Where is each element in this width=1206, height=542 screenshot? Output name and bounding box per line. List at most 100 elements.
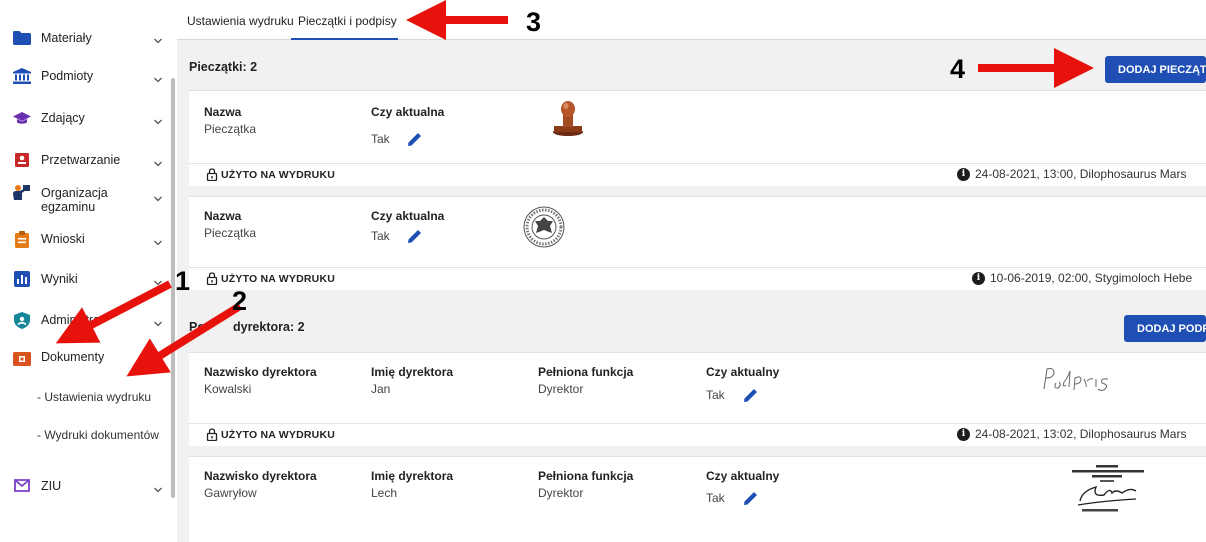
institution-icon <box>13 68 31 84</box>
edit-icon[interactable] <box>407 228 423 244</box>
annotation-number-1: 1 <box>175 266 191 296</box>
sidebar-item-przetwarzanie[interactable]: Przetwarzanie <box>0 150 172 170</box>
name-label: Nazwa <box>204 209 242 223</box>
chevron-down-icon <box>154 161 162 167</box>
stamp-card: Nazwa Pieczątka Czy aktualna Tak UŻYTO N… <box>189 90 1206 186</box>
info-icon[interactable]: i <box>972 272 985 285</box>
name-label: Nazwa <box>204 105 242 119</box>
chevron-down-icon <box>154 38 162 44</box>
mail-icon <box>13 478 31 494</box>
firstname-value: Lech <box>371 486 398 500</box>
sidebar-item-materialy[interactable]: Materiały <box>0 28 172 48</box>
sidebar-item-label: Materiały <box>41 31 92 45</box>
surname-value: Kowalski <box>204 382 252 396</box>
chevron-down-icon <box>154 119 162 125</box>
sidebar-item-label: Organizacja egzaminu <box>41 186 108 214</box>
sidebar-subitem-ustawienia-wydruku[interactable]: - Ustawienia wydruku <box>37 390 151 404</box>
clipboard-icon <box>13 230 31 248</box>
name-value: Pieczątka <box>204 226 257 240</box>
stamp-card: Nazwa Pieczątka Czy aktualna Tak UŻYTO N… <box>189 196 1206 290</box>
add-stamp-button[interactable]: DODAJ PIECZĄTKĘ <box>1105 56 1206 83</box>
sidebar-subitem-wydruki-dokumentow[interactable]: - Wydruki dokumentów <box>37 428 159 442</box>
role-label: Pełniona funkcja <box>538 365 634 379</box>
sidebar-item-ziu[interactable]: ZIU <box>0 476 172 496</box>
sidebar-item-label: Wnioski <box>41 232 85 246</box>
sidebar-item-label: Podmioty <box>41 69 94 83</box>
shield-icon <box>13 311 31 329</box>
id-card-icon <box>13 152 31 168</box>
current-label: Czy aktualny <box>706 469 780 483</box>
stamp-image <box>553 101 583 136</box>
sidebar-item-wnioski[interactable]: Wnioski <box>0 229 172 249</box>
card-footer: UŻYTO NA WYDRUKU i 24-08-2021, 13:00, Di… <box>189 163 1206 185</box>
used-in-print-label: UŻYTO NA WYDRUKU <box>221 169 336 181</box>
edit-icon[interactable] <box>743 387 759 403</box>
graduation-cap-icon <box>13 110 31 126</box>
sidebar-item-label: ZIU <box>41 479 62 493</box>
used-in-print-label: UŻYTO NA WYDRUKU <box>221 273 336 285</box>
lock-icon <box>206 168 218 181</box>
surname-label: Nazwisko dyrektora <box>204 365 317 379</box>
tab-pieczatki-i-podpisy[interactable]: Pieczątki i podpisy <box>298 14 397 28</box>
signature-card: Nazwisko dyrektora Kowalski Imię dyrekto… <box>189 352 1206 446</box>
modified-info: 24-08-2021, 13:00, Dilophosaurus Mars <box>975 167 1187 181</box>
main-content: Ustawienia wydruku Pieczątki i podpisy P… <box>177 0 1206 542</box>
seal-image <box>523 206 565 248</box>
info-icon[interactable]: i <box>957 428 970 441</box>
current-value: Tak <box>706 491 725 505</box>
role-value: Dyrektor <box>538 382 584 396</box>
lock-icon <box>206 272 218 285</box>
sidebar-item-podmioty[interactable]: Podmioty <box>0 66 172 86</box>
annotation-number-3: 3 <box>526 7 542 37</box>
sidebar-item-wyniki[interactable]: Wyniki <box>0 269 172 289</box>
surname-value: Gawryłow <box>204 486 257 500</box>
modified-info: 10-06-2019, 02:00, Stygimoloch Hebe <box>990 271 1193 285</box>
firstname-label: Imię dyrektora <box>371 365 454 379</box>
firstname-value: Jan <box>371 382 391 396</box>
tab-ustawienia-wydruku[interactable]: Ustawienia wydruku <box>187 14 294 28</box>
folder-icon <box>13 30 31 46</box>
sidebar-item-label: Dokumenty <box>41 350 105 364</box>
teacher-icon <box>13 184 31 200</box>
current-label: Czy aktualna <box>371 209 445 223</box>
sidebar-item-organizacja-egzaminu[interactable]: Organizacja egzaminu <box>0 184 172 214</box>
current-value: Tak <box>371 229 390 243</box>
current-label: Czy aktualna <box>371 105 445 119</box>
chevron-down-icon <box>154 280 162 286</box>
sidebar-item-administracja[interactable]: Administra <box>0 310 172 330</box>
chevron-down-icon <box>154 487 162 493</box>
active-tab-indicator <box>291 38 398 40</box>
card-footer: UŻYTO NA WYDRUKU i 24-08-2021, 13:02, Di… <box>189 423 1206 445</box>
current-value: Tak <box>371 132 390 146</box>
name-value: Pieczątka <box>204 122 257 136</box>
add-signature-button[interactable]: DODAJ PODPIS <box>1124 315 1206 342</box>
current-label: Czy aktualny <box>706 365 780 379</box>
bar-chart-icon <box>13 271 31 287</box>
sidebar-item-zdajacy[interactable]: Zdający <box>0 108 172 128</box>
annotation-number-2: 2 <box>232 286 248 316</box>
chevron-down-icon <box>154 321 162 327</box>
sidebar-item-label: Przetwarzanie <box>41 153 121 167</box>
modified-info: 24-08-2021, 13:02, Dilophosaurus Mars <box>975 427 1187 441</box>
sidebar-item-dokumenty[interactable]: Dokumenty <box>0 349 172 369</box>
sidebar: Materiały Podmioty Zdający Przetwarzanie… <box>0 0 175 542</box>
signature-card: Nazwisko dyrektora Gawryłow Imię dyrekto… <box>189 456 1206 542</box>
surname-label: Nazwisko dyrektora <box>204 469 317 483</box>
lock-icon <box>206 428 218 441</box>
chevron-down-icon <box>154 196 162 202</box>
edit-icon[interactable] <box>743 490 759 506</box>
role-label: Pełniona funkcja <box>538 469 634 483</box>
signature-image <box>1043 368 1109 391</box>
documents-icon <box>13 351 31 367</box>
sidebar-item-label: Wyniki <box>41 272 78 286</box>
firstname-label: Imię dyrektora <box>371 469 454 483</box>
signature-image <box>1072 465 1144 512</box>
signatures-section-title: Po dyrektora: 2 <box>189 320 305 334</box>
info-icon[interactable]: i <box>957 168 970 181</box>
edit-icon[interactable] <box>407 131 423 147</box>
used-in-print-label: UŻYTO NA WYDRUKU <box>221 429 336 441</box>
chevron-down-icon <box>154 240 162 246</box>
sidebar-item-label: Zdający <box>41 111 85 125</box>
current-value: Tak <box>706 388 725 402</box>
stamps-section-title: Pieczątki: 2 <box>189 60 258 74</box>
